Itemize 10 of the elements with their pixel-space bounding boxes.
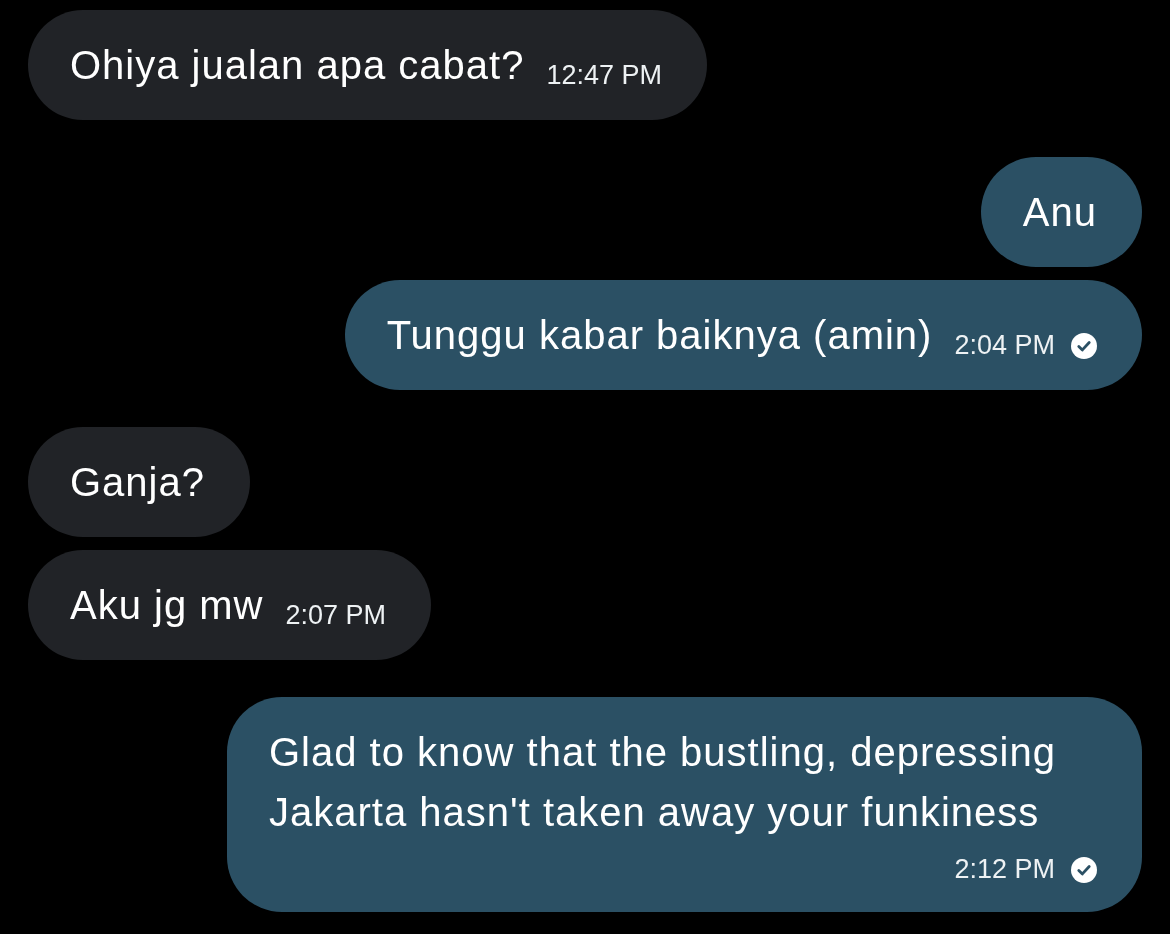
message-text: Aku jg mw xyxy=(70,582,264,629)
timestamp: 12:47 PM xyxy=(546,59,662,92)
timestamp: 2:12 PM xyxy=(954,853,1055,886)
message-text: Tunggu kabar baiknya (amin) xyxy=(386,312,933,359)
message-text: Glad to know that the bustling, depressing Jakarta hasn't taken away your funkiness xyxy=(269,729,1057,836)
message-text: Ganja? xyxy=(70,459,205,506)
message-text: Ohiya jualan apa cabat? xyxy=(70,42,525,89)
message-text: Anu xyxy=(1022,189,1097,236)
timestamp: 2:07 PM xyxy=(285,599,387,632)
timestamp: 2:04 PM xyxy=(954,329,1055,362)
